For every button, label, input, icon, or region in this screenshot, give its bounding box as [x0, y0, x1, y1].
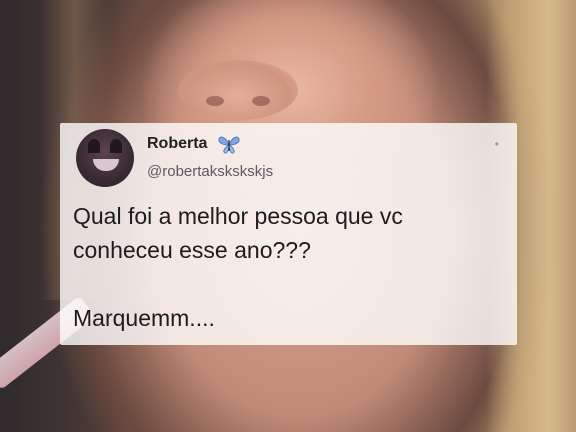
nostril-right — [252, 96, 270, 106]
avatar-horn-left — [88, 139, 100, 153]
tweet-card: Roberta @robertakskskskjs • Qual foi a m… — [60, 123, 517, 345]
tweet-text: Qual foi a melhor pessoa que vc conheceu… — [73, 203, 403, 331]
more-options-icon[interactable]: • — [495, 137, 499, 151]
nose — [178, 60, 298, 120]
user-handle[interactable]: @robertakskskskjs — [147, 163, 273, 180]
nostril-left — [206, 96, 224, 106]
avatar[interactable] — [76, 129, 134, 187]
avatar-mouth — [93, 159, 119, 171]
display-name[interactable]: Roberta — [147, 135, 207, 153]
butterfly-icon — [218, 136, 240, 154]
avatar-horn-right — [110, 139, 122, 153]
